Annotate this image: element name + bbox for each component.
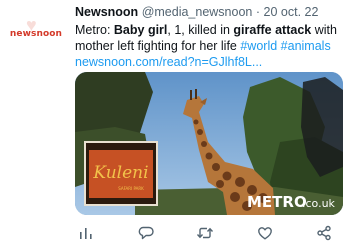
avatar[interactable]: ♥ newsnoon bbox=[4, 14, 68, 54]
tweet-link[interactable]: newsnoon.com/read?n=GJlhf8L... bbox=[75, 55, 262, 69]
reply-icon bbox=[138, 226, 154, 240]
sign-text: Kuleni bbox=[92, 163, 148, 183]
text-bold-1: Baby girl bbox=[113, 23, 168, 37]
retweet-icon bbox=[196, 227, 214, 239]
hashtag-animals[interactable]: #animals bbox=[281, 39, 331, 53]
heart-icon bbox=[257, 227, 272, 240]
tweet-header: Newsnoon @media_newsnoon · 20 oct. 22 bbox=[75, 4, 347, 20]
text-mid-1: , 1, killed in bbox=[167, 23, 234, 37]
tweet: Newsnoon @media_newsnoon · 20 oct. 22 Me… bbox=[75, 0, 347, 70]
reply-button[interactable] bbox=[135, 222, 157, 244]
author-name[interactable]: Newsnoon bbox=[75, 5, 138, 19]
like-button[interactable] bbox=[254, 222, 276, 244]
kuleni-sign: Kuleni SAFARI PARK bbox=[84, 141, 158, 206]
analytics-icon bbox=[80, 228, 92, 239]
tweet-media[interactable]: Kuleni SAFARI PARK METRO .co.uk bbox=[75, 72, 343, 215]
hashtag-world[interactable]: #world bbox=[240, 39, 277, 53]
heart-logo-icon: ♥ bbox=[26, 15, 37, 35]
share-button[interactable] bbox=[313, 222, 335, 244]
author-handle[interactable]: @media_newsnoon bbox=[142, 5, 253, 19]
separator: · bbox=[255, 5, 261, 19]
text-bold-2: giraffe attack bbox=[233, 23, 312, 37]
share-icon bbox=[317, 225, 331, 241]
watermark-text: METRO bbox=[247, 193, 307, 211]
tweet-date[interactable]: 20 oct. 22 bbox=[264, 5, 319, 19]
tweet-text: Metro: Baby girl, 1, killed in giraffe a… bbox=[75, 22, 347, 70]
analytics-button[interactable] bbox=[75, 222, 97, 244]
watermark-suffix: .co.uk bbox=[302, 197, 336, 210]
text-prefix: Metro: bbox=[75, 23, 114, 37]
tweet-actions bbox=[75, 222, 335, 244]
sign-subtext: SAFARI PARK bbox=[118, 186, 144, 191]
retweet-button[interactable] bbox=[194, 222, 216, 244]
